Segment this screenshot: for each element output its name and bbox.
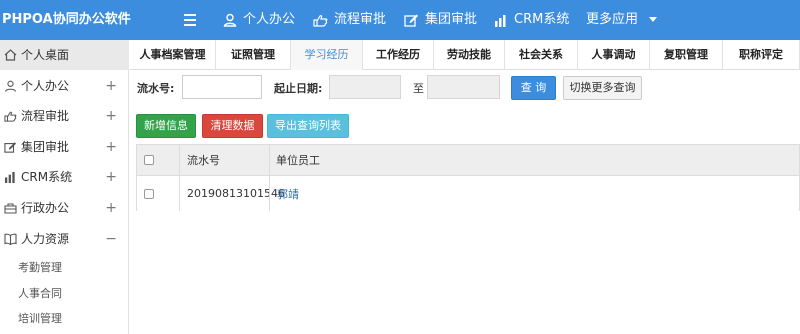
add-info-button[interactable]: 新增信息 bbox=[136, 114, 196, 138]
building-icon bbox=[4, 203, 17, 214]
user-icon bbox=[223, 13, 237, 27]
sidebar-item-group[interactable]: 集团审批 + bbox=[0, 132, 129, 162]
toggle-more-query-button[interactable]: 切换更多查询 bbox=[563, 76, 642, 100]
sidebar-item-label: 流程审批 bbox=[21, 109, 70, 123]
hand-icon bbox=[4, 111, 17, 122]
topnav-more-label: 更多应用 bbox=[586, 12, 639, 27]
bar-chart-icon bbox=[495, 14, 506, 27]
expand-icon[interactable]: + bbox=[105, 101, 117, 131]
expand-icon[interactable]: + bbox=[105, 132, 117, 162]
expand-icon[interactable]: + bbox=[105, 193, 117, 223]
table-row[interactable]: 20190813101546 郭靖 bbox=[137, 176, 799, 211]
tab-education[interactable]: 学习经历 bbox=[291, 40, 363, 70]
sidebar: 个人桌面 个人办公 + 流程审批 + 集团审批 + CRM系统 + 行政办公 +… bbox=[0, 40, 129, 334]
menu-toggle-icon[interactable] bbox=[184, 14, 196, 26]
topnav-item-group[interactable]: 集团审批 bbox=[404, 0, 477, 40]
sidebar-item-admin[interactable]: 行政办公 + bbox=[0, 193, 129, 223]
sidebar-item-label: 行政办公 bbox=[21, 201, 70, 215]
user-icon bbox=[4, 80, 17, 92]
tab-labor-skills[interactable]: 劳动技能 bbox=[434, 40, 505, 70]
serial-label: 流水号: bbox=[137, 82, 175, 95]
date-range-label: 起止日期: bbox=[274, 82, 323, 95]
topnav-label: 集团审批 bbox=[425, 12, 478, 27]
book-icon bbox=[4, 233, 17, 245]
sidebar-item-label: CRM系统 bbox=[21, 170, 73, 184]
clear-data-button[interactable]: 清理数据 bbox=[202, 114, 263, 138]
app-title: PHPOA协同办公软件 bbox=[2, 12, 131, 27]
top-bar: PHPOA协同办公软件 个人办公 流程审批 集团审批 CRM系统 更多应用 bbox=[0, 0, 800, 40]
home-icon bbox=[4, 49, 17, 61]
tab-certificates[interactable]: 证照管理 bbox=[216, 40, 291, 70]
sidebar-subitem-attendance[interactable]: 考勤管理 bbox=[18, 259, 62, 275]
tab-reinstatement[interactable]: 复职管理 bbox=[650, 40, 723, 70]
topnav-label: CRM系统 bbox=[514, 12, 570, 27]
sidebar-item-workflow[interactable]: 流程审批 + bbox=[0, 101, 129, 131]
column-header-serial[interactable]: 流水号 bbox=[187, 145, 220, 175]
serial-input[interactable] bbox=[182, 75, 262, 99]
edit-icon bbox=[4, 142, 17, 153]
sidebar-item-hr[interactable]: 人力资源 − bbox=[0, 224, 129, 254]
to-label: 至 bbox=[413, 82, 424, 95]
select-all-checkbox[interactable] bbox=[144, 145, 154, 175]
date-end-input[interactable] bbox=[427, 75, 500, 99]
table-header: 流水号 单位员工 bbox=[137, 145, 799, 176]
edit-icon bbox=[404, 14, 418, 27]
export-list-button[interactable]: 导出查询列表 bbox=[267, 114, 349, 138]
sidebar-item-label: 个人桌面 bbox=[21, 48, 70, 62]
sidebar-subitem-contract[interactable]: 人事合同 bbox=[18, 285, 62, 301]
column-header-employee[interactable]: 单位员工 bbox=[276, 145, 320, 175]
topnav-item-personal[interactable]: 个人办公 bbox=[223, 0, 295, 40]
cell-serial: 20190813101546 bbox=[187, 187, 285, 200]
row-checkbox[interactable] bbox=[144, 176, 154, 211]
caret-down-icon[interactable] bbox=[649, 17, 657, 22]
collapse-icon[interactable]: − bbox=[105, 224, 117, 254]
topnav-label: 个人办公 bbox=[243, 12, 296, 27]
topnav-item-crm[interactable]: CRM系统 bbox=[494, 0, 569, 40]
tab-work-experience[interactable]: 工作经历 bbox=[363, 40, 434, 70]
sidebar-item-personal[interactable]: 个人办公 + bbox=[0, 71, 129, 101]
bar-chart-icon bbox=[4, 171, 15, 183]
sidebar-item-desktop[interactable]: 个人桌面 bbox=[0, 40, 129, 70]
topnav-item-workflow[interactable]: 流程审批 bbox=[313, 0, 386, 40]
date-start-input[interactable] bbox=[329, 75, 401, 99]
topnav-more[interactable]: 更多应用 bbox=[586, 0, 638, 40]
expand-icon[interactable]: + bbox=[105, 71, 117, 101]
sidebar-item-label: 个人办公 bbox=[21, 79, 70, 93]
query-button[interactable]: 查 询 bbox=[511, 76, 556, 100]
expand-icon[interactable]: + bbox=[105, 162, 117, 192]
tab-title-evaluation[interactable]: 职称评定 bbox=[723, 40, 800, 70]
sidebar-item-label: 人力资源 bbox=[21, 232, 70, 246]
cell-employee-link[interactable]: 郭靖 bbox=[277, 176, 299, 211]
tab-social-relations[interactable]: 社会关系 bbox=[505, 40, 578, 70]
tab-personnel-records[interactable]: 人事档案管理 bbox=[130, 40, 216, 70]
sidebar-item-label: 集团审批 bbox=[21, 140, 70, 154]
sidebar-subitem-training[interactable]: 培训管理 bbox=[18, 310, 62, 326]
tab-bar: 人事档案管理 证照管理 学习经历 工作经历 劳动技能 社会关系 人事调动 复职管… bbox=[130, 40, 800, 70]
data-table: 流水号 单位员工 20190813101546 郭靖 bbox=[136, 144, 800, 211]
hand-icon bbox=[313, 14, 328, 27]
tab-transfer[interactable]: 人事调动 bbox=[578, 40, 650, 70]
sidebar-item-crm[interactable]: CRM系统 + bbox=[0, 162, 129, 192]
topnav-label: 流程审批 bbox=[334, 12, 387, 27]
